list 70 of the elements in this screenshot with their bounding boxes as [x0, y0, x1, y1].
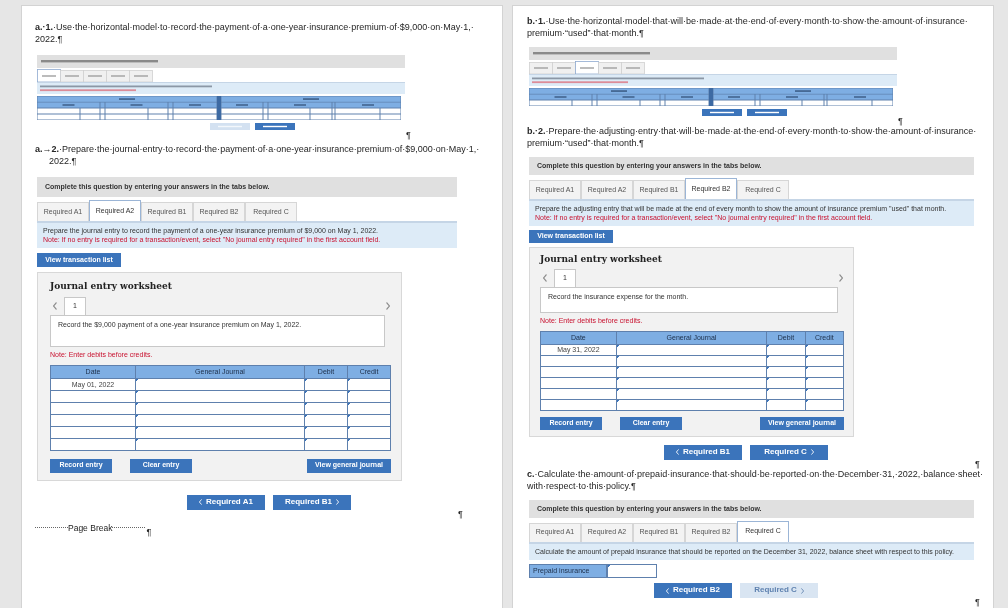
- input-field[interactable]: [348, 402, 390, 414]
- input-field[interactable]: [305, 438, 347, 450]
- input-field[interactable]: [136, 378, 304, 390]
- chevron-left-icon: [199, 499, 203, 505]
- input-field[interactable]: [805, 344, 843, 355]
- next-button[interactable]: [747, 109, 787, 116]
- input-field[interactable]: [348, 414, 390, 426]
- input-field[interactable]: [616, 399, 767, 410]
- input-field[interactable]: [767, 388, 805, 399]
- previous-button[interactable]: Required B2: [654, 583, 732, 598]
- chevron-right-icon[interactable]: [386, 302, 390, 310]
- input-field[interactable]: [616, 344, 767, 355]
- input-field[interactable]: [805, 388, 843, 399]
- input-field[interactable]: [767, 377, 805, 388]
- input-field[interactable]: [616, 388, 767, 399]
- input-field[interactable]: [767, 366, 805, 377]
- paragraph-mark: ¶: [975, 459, 980, 468]
- input-field[interactable]: [348, 426, 390, 438]
- chevron-right-icon: [800, 587, 804, 594]
- input-field[interactable]: [136, 414, 304, 426]
- input-field[interactable]: [305, 414, 347, 426]
- input-field[interactable]: [348, 390, 390, 402]
- input-field[interactable]: [305, 390, 347, 402]
- input-field[interactable]: [805, 377, 843, 388]
- input-field[interactable]: [348, 378, 390, 390]
- question-text: a.·1.·Use·the·horizontal·model·to·record·the·payment·of·a·one-year·insurance·premium·of·$9,000·on·May·1,·2022.¶: [35, 21, 475, 45]
- input-field[interactable]: [805, 355, 843, 366]
- input-field[interactable]: [348, 438, 390, 450]
- input-field[interactable]: [136, 426, 304, 438]
- input-field[interactable]: [607, 564, 657, 578]
- chevron-right-icon[interactable]: [839, 274, 843, 282]
- worksheet-title: Journal entry worksheet: [50, 281, 173, 292]
- paragraph-mark: ¶: [406, 131, 411, 139]
- chevron-left-icon[interactable]: [543, 274, 547, 282]
- previous-button[interactable]: [702, 109, 742, 116]
- question-text: b.·1.·Use·the·horizontal·model·that·will·be·made·at·the·end·of·every·month·to·show·the·amount·of·insurance·premium·“used”·that·month.¶: [527, 15, 969, 39]
- question-text: b.·2.·Prepare·the·adjusting·entry·that·will·be·made·at·the·end·of·every·month·to·show·the·amount·of·insurance·premium·“used”·that·month.¶: [527, 126, 978, 149]
- input-field[interactable]: [616, 377, 767, 388]
- page-break-label: Page Break: [68, 521, 113, 534]
- input-field[interactable]: [305, 378, 347, 390]
- input-field[interactable]: [805, 366, 843, 377]
- paragraph-mark: ¶: [458, 509, 463, 518]
- next-button[interactable]: Required B1: [273, 494, 351, 510]
- question-text: c.·Calculate·the·amount·of·prepaid·insurance·that·should·be·reported·on·the·December·31,·2022,·balance·sheet·with·respect·to·this·policy.¶: [527, 468, 984, 492]
- input-field[interactable]: [136, 438, 304, 450]
- input-field[interactable]: [805, 399, 843, 410]
- input-field[interactable]: [616, 355, 767, 366]
- previous-button[interactable]: Required B1: [664, 444, 742, 460]
- next-button[interactable]: [255, 123, 295, 130]
- chevron-right-icon: [336, 499, 340, 505]
- input-field[interactable]: [616, 366, 767, 377]
- paragraph-mark: ¶: [898, 117, 903, 125]
- input-field[interactable]: [136, 390, 304, 402]
- input-field[interactable]: [767, 399, 805, 410]
- input-field[interactable]: [767, 344, 805, 355]
- input-field[interactable]: [305, 402, 347, 414]
- chevron-left-icon[interactable]: [53, 302, 57, 310]
- tab[interactable]: [575, 61, 599, 75]
- input-field[interactable]: [136, 402, 304, 414]
- next-button[interactable]: Required C: [750, 444, 828, 460]
- paragraph-mark: ¶: [975, 598, 980, 606]
- chevron-right-icon: [810, 449, 814, 455]
- chevron-left-icon: [665, 587, 669, 594]
- input-field[interactable]: [767, 355, 805, 366]
- paragraph-mark: ¶: [146, 527, 152, 536]
- chevron-left-icon: [675, 449, 679, 455]
- previous-button[interactable]: Required A1: [187, 494, 265, 510]
- input-field[interactable]: [305, 426, 347, 438]
- worksheet-title: Journal entry worksheet: [540, 254, 663, 265]
- question-text: a.→2.·Prepare·the·journal·entry·to·record·the·payment·of·a·one-year·insurance·premium·of·$9,000·on·May·1,·2022.¶: [35, 143, 481, 167]
